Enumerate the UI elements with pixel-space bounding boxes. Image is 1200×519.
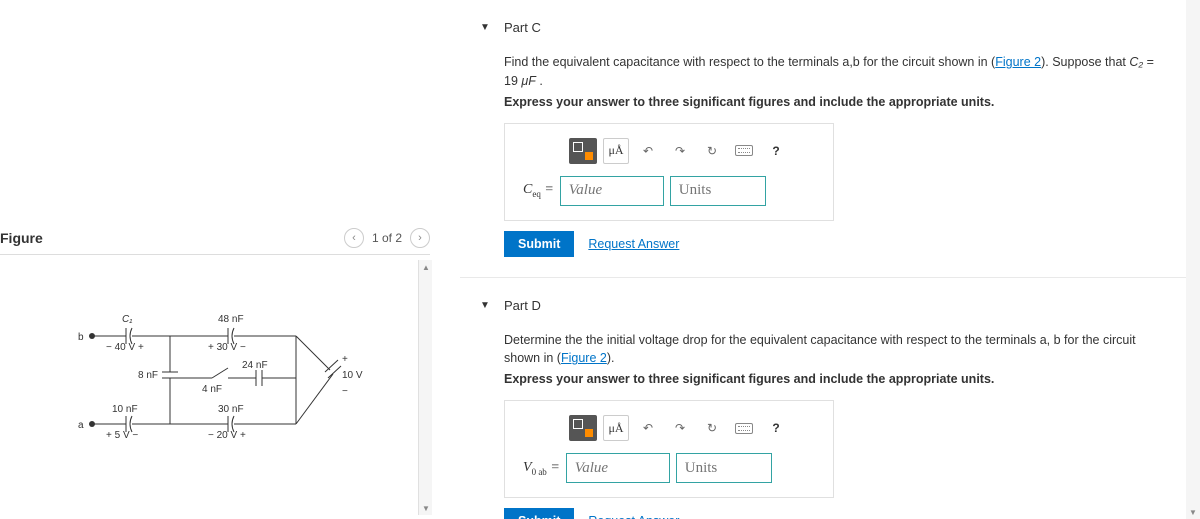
right-plus: + [342, 354, 348, 365]
part-d-submit-row: Submit Request Answer [504, 508, 1160, 519]
scroll-up-icon[interactable]: ▲ [419, 260, 433, 274]
part-c-request-answer-link[interactable]: Request Answer [588, 237, 679, 251]
next-figure-button[interactable]: › [410, 228, 430, 248]
c30-voltage: − 20 V + [208, 430, 246, 441]
figure2-link[interactable]: Figure 2 [995, 55, 1041, 69]
redo-button[interactable]: ↷ [667, 415, 693, 441]
undo-button[interactable]: ↶ [635, 415, 661, 441]
figure2-link[interactable]: Figure 2 [561, 351, 607, 365]
part-d-request-answer-link[interactable]: Request Answer [588, 514, 679, 519]
part-d: ▼ Part D Determine the the initial volta… [460, 277, 1200, 519]
part-c-submit-row: Submit Request Answer [504, 231, 1160, 257]
node-b-label: b [78, 332, 84, 343]
keyboard-icon [735, 145, 753, 156]
figure-header: Figure ‹ 1 of 2 › [0, 228, 430, 255]
part-d-answer-row: V0 ab = [523, 453, 815, 483]
part-c-answer-box: μÅ ↶ ↷ ↻ ? Ceq = [504, 123, 834, 221]
right-scrollbar[interactable]: ▼ [1186, 0, 1200, 519]
figure-title: Figure [0, 230, 43, 246]
figure-scrollbar[interactable]: ▲ ▼ [418, 260, 432, 515]
c10-label: 10 nF [112, 404, 138, 415]
right-val: 10 V [342, 370, 363, 381]
special-chars-button[interactable]: μÅ [603, 415, 629, 441]
part-d-prompt: Determine the the initial voltage drop f… [504, 331, 1160, 369]
c48-label: 48 nF [218, 314, 244, 325]
scroll-down-icon[interactable]: ▼ [419, 501, 433, 515]
part-c-header[interactable]: ▼ Part C [504, 20, 1160, 35]
figure-pane: Figure ‹ 1 of 2 › b a C₁ − 40 V + 48 nF … [0, 0, 440, 519]
part-d-answer-box: μÅ ↶ ↷ ↻ ? V0 ab = [504, 400, 834, 498]
part-c-prompt: Find the equivalent capacitance with res… [504, 53, 1160, 91]
special-chars-button[interactable]: μÅ [603, 138, 629, 164]
c1-label: C₁ [122, 314, 132, 325]
right-minus: − [342, 386, 348, 397]
part-c: ▼ Part C Find the equivalent capacitance… [460, 0, 1200, 277]
c48-voltage: + 30 V − [208, 342, 246, 353]
pager-text: 1 of 2 [372, 231, 402, 245]
part-c-instruction: Express your answer to three significant… [504, 95, 1160, 109]
c10-voltage: + 5 V − [106, 430, 138, 441]
part-d-header[interactable]: ▼ Part D [504, 298, 1160, 313]
v0ab-units-input[interactable] [676, 453, 772, 483]
v0ab-label: V0 ab = [523, 460, 560, 477]
c1-voltage: − 40 V + [106, 342, 144, 353]
ceq-units-input[interactable] [670, 176, 766, 206]
reset-button[interactable]: ↻ [699, 415, 725, 441]
part-d-toolbar: μÅ ↶ ↷ ↻ ? [569, 415, 815, 441]
part-c-answer-row: Ceq = [523, 176, 815, 206]
c30-label: 30 nF [218, 404, 244, 415]
collapse-caret-icon[interactable]: ▼ [480, 300, 490, 311]
redo-button[interactable]: ↷ [667, 138, 693, 164]
scroll-down-icon[interactable]: ▼ [1186, 505, 1200, 519]
help-button[interactable]: ? [763, 415, 789, 441]
question-pane: ▼ Part C Find the equivalent capacitance… [460, 0, 1200, 519]
keyboard-button[interactable] [731, 415, 757, 441]
c4-label: 4 nF [202, 384, 222, 395]
keyboard-icon [735, 423, 753, 434]
keyboard-button[interactable] [731, 138, 757, 164]
figure-pager: ‹ 1 of 2 › [344, 228, 430, 248]
help-button[interactable]: ? [763, 138, 789, 164]
c8-label: 8 nF [138, 370, 158, 381]
template-button[interactable] [569, 415, 597, 441]
reset-button[interactable]: ↻ [699, 138, 725, 164]
template-button[interactable] [569, 138, 597, 164]
c24-label: 24 nF [242, 360, 268, 371]
undo-button[interactable]: ↶ [635, 138, 661, 164]
v0ab-value-input[interactable] [566, 453, 670, 483]
circuit-diagram: b a C₁ − 40 V + 48 nF + 30 V − + 10 V − [70, 300, 370, 460]
ceq-value-input[interactable] [560, 176, 664, 206]
part-c-submit-button[interactable]: Submit [504, 231, 574, 257]
prev-figure-button[interactable]: ‹ [344, 228, 364, 248]
collapse-caret-icon[interactable]: ▼ [480, 22, 490, 33]
part-c-toolbar: μÅ ↶ ↷ ↻ ? [569, 138, 815, 164]
part-d-instruction: Express your answer to three significant… [504, 372, 1160, 386]
node-a-label: a [78, 420, 84, 431]
ceq-label: Ceq = [523, 182, 554, 199]
part-d-submit-button[interactable]: Submit [504, 508, 574, 519]
